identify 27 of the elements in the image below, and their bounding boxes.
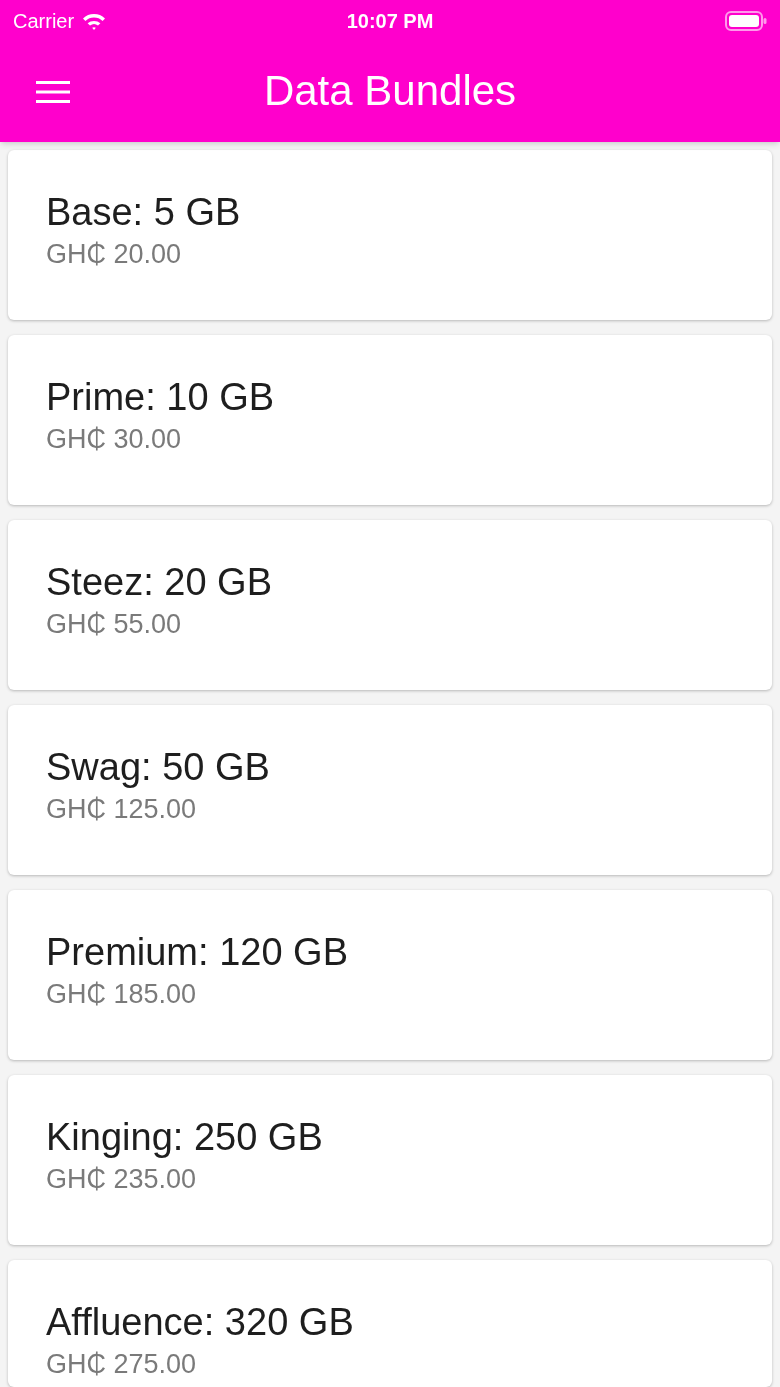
bundle-price: GH₵ 20.00 <box>46 238 182 270</box>
bundle-price: GH₵ 55.00 <box>46 608 182 640</box>
bundle-name: Base: 5 GB <box>46 190 241 234</box>
wifi-icon <box>82 12 107 30</box>
bundle-card[interactable]: Swag: 50 GB GH₵ 125.00 <box>8 705 772 875</box>
bundle-name: Kinging: 250 GB <box>46 1115 323 1159</box>
carrier-label: Carrier <box>13 9 75 33</box>
clock-time: 10:07 PM <box>346 9 434 33</box>
bundle-card[interactable]: Premium: 120 GB GH₵ 185.00 <box>8 890 772 1060</box>
bundle-card[interactable]: Affluence: 320 GB GH₵ 275.00 <box>8 1260 772 1387</box>
menu-icon[interactable] <box>36 81 70 103</box>
bundle-price: GH₵ 235.00 <box>46 1163 197 1195</box>
bundle-price: GH₵ 30.00 <box>46 423 182 455</box>
bundle-card[interactable]: Base: 5 GB GH₵ 20.00 <box>8 150 772 320</box>
bundle-card[interactable]: Steez: 20 GB GH₵ 55.00 <box>8 520 772 690</box>
bundle-card[interactable]: Kinging: 250 GB GH₵ 235.00 <box>8 1075 772 1245</box>
bundle-name: Swag: 50 GB <box>46 745 270 789</box>
bundle-price: GH₵ 125.00 <box>46 793 197 825</box>
bundle-price: GH₵ 275.00 <box>46 1348 197 1380</box>
app-title: Data Bundles <box>263 66 517 116</box>
bundle-name: Prime: 10 GB <box>46 375 275 419</box>
battery-icon <box>725 11 767 31</box>
bundle-name: Steez: 20 GB <box>46 560 272 604</box>
bundle-price: GH₵ 185.00 <box>46 978 197 1010</box>
bundle-name: Affluence: 320 GB <box>46 1300 354 1344</box>
bundle-name: Premium: 120 GB <box>46 930 348 974</box>
bundle-card[interactable]: Prime: 10 GB GH₵ 30.00 <box>8 335 772 505</box>
